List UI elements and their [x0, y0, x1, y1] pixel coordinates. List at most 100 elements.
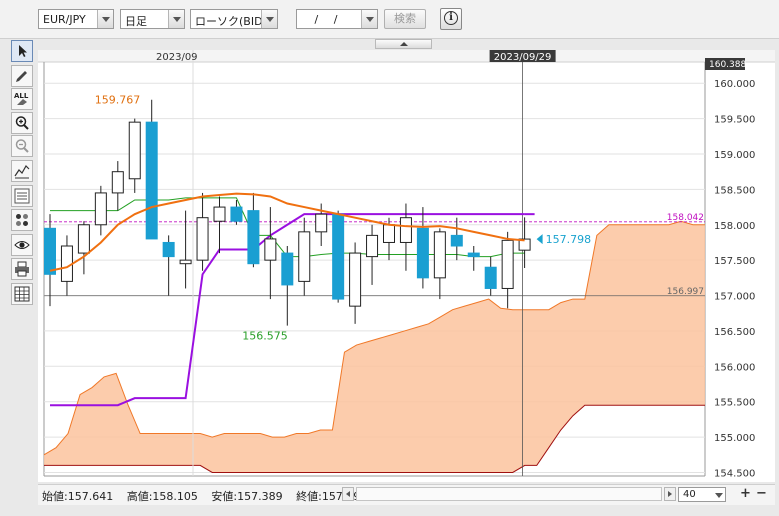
chevron-down-icon[interactable]	[168, 10, 184, 28]
candle-body	[77, 224, 90, 254]
eye-icon	[14, 241, 30, 249]
pencil-icon	[16, 71, 27, 82]
y-tick-label: 159.500	[714, 115, 755, 126]
svg-text:ALL: ALL	[14, 92, 29, 100]
indicator-tool[interactable]	[11, 160, 33, 182]
y-tick-label: 155.000	[714, 433, 755, 444]
zoom-in-tool[interactable]	[11, 112, 33, 134]
drawing-toolbar: ALL	[8, 38, 36, 478]
chart-type-select-value: ローソク(BID)	[195, 15, 267, 28]
chevron-down-icon[interactable]	[97, 10, 113, 28]
timeframe-select-value: 日足	[125, 15, 147, 28]
candle-body	[366, 234, 379, 258]
candle-body	[196, 217, 209, 261]
toolbar: EUR/JPY 日足 ローソク(BID) / / 検索 i	[0, 0, 779, 39]
indicator-chart-icon	[14, 165, 30, 179]
x-tick-label: 2023/09	[156, 52, 198, 63]
candle-body	[145, 121, 158, 240]
delete-all-tool[interactable]: ALL	[11, 88, 33, 110]
date-input[interactable]: / /	[296, 9, 378, 29]
y-tick-label: 159.000	[714, 150, 755, 161]
candle-body	[383, 224, 395, 243]
high-annotation: 159.767	[95, 94, 141, 107]
candle-body	[264, 238, 277, 261]
chevron-down-icon[interactable]	[261, 10, 277, 28]
zoom-in-button[interactable]: +	[740, 486, 751, 501]
y-tick-label: 157.500	[714, 256, 755, 267]
timeframe-select[interactable]: 日足	[120, 9, 185, 29]
chevron-down-icon[interactable]	[713, 488, 725, 501]
candle-body	[332, 213, 345, 300]
value-display-tool[interactable]	[11, 185, 33, 207]
candle-body	[94, 192, 107, 226]
scroll-right-button[interactable]	[664, 487, 676, 501]
bar-count-value: 40	[683, 489, 696, 500]
info-button[interactable]: i	[440, 8, 462, 30]
y-tick-label: 160.000	[714, 79, 755, 90]
candle-body	[501, 239, 514, 289]
chart-type-select[interactable]: ローソク(BID)	[190, 9, 278, 29]
candle-body	[281, 252, 294, 286]
last-price-annotation: 157.798	[546, 233, 592, 246]
price-line-label: 156.997	[667, 287, 704, 297]
cursor-tool[interactable]	[11, 40, 33, 62]
y-tick-label: 157.000	[714, 292, 755, 303]
trendline-tool[interactable]	[11, 65, 33, 87]
candle-body	[467, 252, 480, 258]
pair-select[interactable]: EUR/JPY	[38, 9, 114, 29]
search-button[interactable]: 検索	[384, 9, 426, 29]
date-header-strip	[38, 50, 775, 62]
candle-body	[450, 234, 463, 247]
candle-body	[433, 231, 446, 279]
candle-body	[484, 266, 497, 289]
candle-body	[179, 259, 192, 265]
high-value: 高値:158.105	[126, 490, 198, 503]
candle-body	[416, 227, 429, 279]
candle-body	[128, 121, 141, 180]
all-eraser-icon: ALL	[14, 92, 29, 105]
candle-body	[247, 210, 260, 265]
print-tool[interactable]	[11, 258, 33, 280]
zoom-out-button[interactable]: −	[756, 486, 767, 501]
candle-body	[315, 213, 328, 233]
date-input-value: / /	[314, 13, 344, 26]
settings-icon	[16, 214, 28, 226]
open-value: 始値:157.641	[42, 490, 114, 503]
pair-select-value: EUR/JPY	[43, 13, 86, 26]
y-tick-label: 154.500	[714, 468, 755, 479]
candle-body	[349, 252, 362, 307]
y-tick-label: 155.500	[714, 398, 755, 409]
status-bar: 始値:157.641 高値:158.105 安値:157.389 終値:157.…	[38, 484, 775, 505]
data-table-tool[interactable]	[11, 283, 33, 305]
zoom-out-tool[interactable]	[11, 135, 33, 157]
price-line-label: 158.042	[667, 213, 704, 223]
scroll-left-button[interactable]	[342, 487, 354, 501]
candle-body	[230, 206, 243, 222]
settings-tool[interactable]	[11, 209, 33, 231]
cursor-arrow-icon	[19, 45, 27, 57]
low-annotation: 156.575	[242, 330, 287, 343]
collapse-panel-button[interactable]	[375, 39, 432, 49]
horizontal-scrollbar[interactable]	[356, 487, 662, 501]
info-icon: i	[444, 11, 458, 25]
candle-body	[213, 206, 226, 222]
candle-body	[162, 241, 175, 258]
y-tick-label: 158.000	[714, 221, 755, 232]
zoom-in-icon	[15, 116, 29, 130]
y-tick-label: 158.500	[714, 185, 755, 196]
zoom-out-icon	[15, 139, 29, 153]
y-tick-label: 156.000	[714, 362, 755, 373]
visibility-tool[interactable]	[11, 234, 33, 256]
y-tick-label: 156.500	[714, 327, 755, 338]
cursor-date-label: 2023/09/29	[494, 52, 552, 63]
bar-count-select[interactable]: 40	[678, 487, 726, 502]
candle-body	[111, 171, 124, 194]
candle-body	[298, 231, 311, 282]
candle-body	[44, 227, 56, 275]
printer-icon	[15, 261, 29, 277]
ohlc-readout: 始値:157.641 高値:158.105 安値:157.389 終値:157.…	[42, 488, 377, 504]
candlestick-chart[interactable]: 160.000 159.500 159.000 158.500 158.000 157.5…	[38, 50, 775, 482]
calendar-dropdown-icon[interactable]	[361, 10, 377, 28]
low-value: 安値:157.389	[211, 490, 283, 503]
numeric-display-icon	[14, 188, 30, 204]
